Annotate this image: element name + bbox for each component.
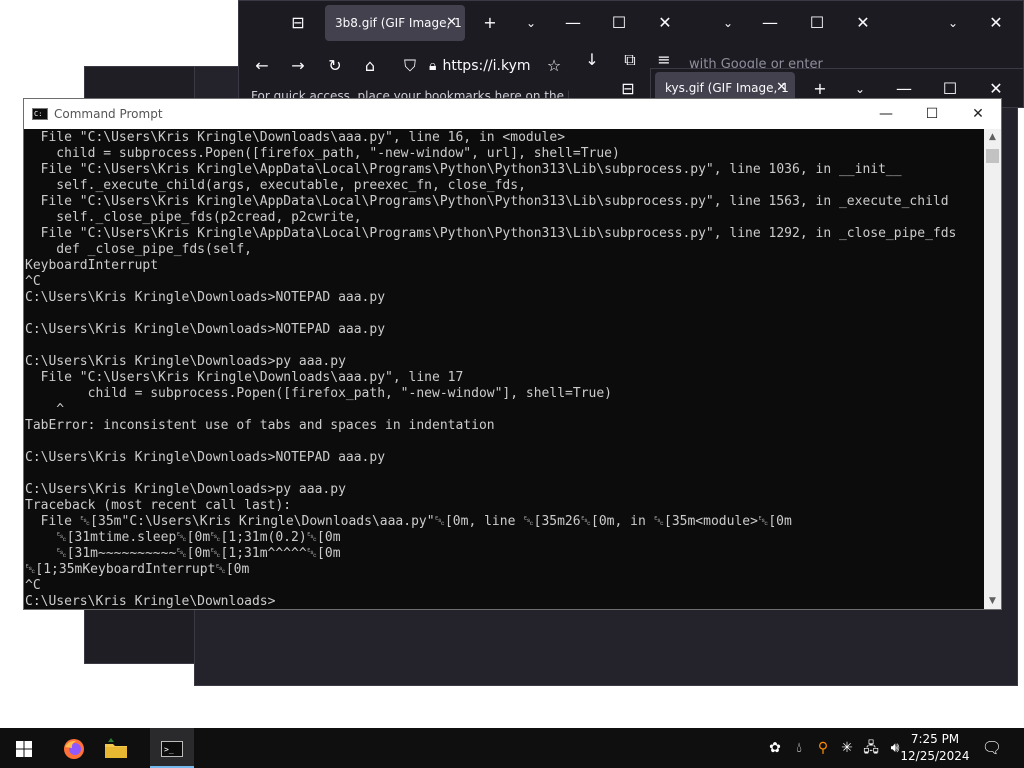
firefox-tabbar: ⊟ 3b8.gif (GIF Image, 1 ✕ + ⌄ — ☐ ✕ ⌄ — … [239, 1, 1023, 45]
console-line: ^ [25, 402, 65, 417]
console-line: def _close_pipe_fds(self, [25, 242, 252, 257]
svg-text:>_: >_ [164, 745, 174, 754]
console-line: ␛[31mtime.sleep␛[0m␛[1;31m(0.2)␛[0m [25, 530, 341, 545]
clock-date: 12/25/2024 [900, 749, 970, 763]
scroll-down-icon[interactable]: ▼ [984, 593, 1001, 609]
console-output[interactable]: File "C:\Users\Kris Kringle\Downloads\aa… [24, 129, 984, 609]
console-line: TabError: inconsistent use of tabs and s… [25, 418, 495, 433]
close-window-icon[interactable]: ✕ [985, 80, 1007, 98]
forward-icon[interactable]: → [287, 57, 309, 75]
cmd-close-button[interactable]: ✕ [955, 99, 1001, 129]
cmd-maximize-button[interactable]: ☐ [909, 99, 955, 129]
bookmark-star-icon[interactable]: ☆ [543, 57, 565, 75]
console-line: File "C:\Users\Kris Kringle\AppData\Loca… [25, 226, 957, 241]
console-line: ^C [25, 578, 41, 593]
console-line: C:\Users\Kris Kringle\Downloads> [25, 594, 276, 609]
close-window-icon[interactable]: ✕ [654, 14, 676, 32]
menu-icon[interactable]: ≡ [653, 51, 675, 69]
cmd-title: Command Prompt [54, 107, 163, 121]
lock-icon: 🔒︎ [429, 58, 437, 74]
start-button[interactable] [0, 728, 48, 768]
search-tray-icon[interactable]: ⚲ [812, 728, 834, 768]
new-tab-icon[interactable]: + [809, 80, 831, 98]
url-text: https://i.kym [442, 58, 531, 74]
taskbar-file-explorer[interactable] [92, 728, 140, 768]
tab-overview-icon[interactable]: ⊟ [287, 14, 309, 32]
cmd-minimize-button[interactable]: — [863, 99, 909, 129]
command-prompt-window[interactable]: C: Command Prompt — ☐ ✕ File "C:\Users\K… [23, 98, 1002, 610]
command-prompt-icon: >_ [161, 740, 183, 757]
windows-logo-icon [16, 740, 32, 757]
close-tab-icon[interactable]: ✕ [446, 5, 457, 41]
console-line: File "C:\Users\Kris Kringle\AppData\Loca… [25, 194, 949, 209]
console-line: ␛[1;35mKeyboardInterrupt␛[0m [25, 562, 250, 577]
taskbar-command-prompt[interactable]: >_ [150, 728, 194, 768]
list-tabs-icon[interactable]: ⌄ [717, 14, 739, 32]
colorful-app-tray-icon[interactable]: ✿ [764, 728, 786, 768]
downloads-icon[interactable]: ↓ [581, 51, 603, 69]
extensions-icon[interactable]: ⧉ [619, 51, 641, 69]
console-line: child = subprocess.Popen([firefox_path, … [25, 146, 620, 161]
clock-time: 7:25 PM [910, 732, 960, 746]
console-line: C:\Users\Kris Kringle\Downloads>py aaa.p… [25, 482, 346, 497]
cmd-title-bar[interactable]: C: Command Prompt — ☐ ✕ [24, 99, 1001, 129]
reload-icon[interactable]: ↻ [324, 57, 346, 75]
new-tab-icon[interactable]: + [479, 14, 501, 32]
console-line: self._close_pipe_fds(p2cread, p2cwrite, [25, 210, 362, 225]
taskbar-clock[interactable]: 7:25 PM 12/25/2024 [900, 731, 970, 765]
console-line: C:\Users\Kris Kringle\Downloads>NOTEPAD … [25, 450, 386, 465]
console-line: Traceback (most recent call last): [25, 498, 292, 513]
console-line: ␛[31m~~~~~~~~~~␛[0m␛[1;31m^^^^^␛[0m [25, 546, 341, 561]
command-prompt-icon: C: [32, 108, 48, 120]
console-line: File "C:\Users\Kris Kringle\AppData\Loca… [25, 162, 902, 177]
home-icon[interactable]: ⌂ [359, 57, 381, 75]
scroll-up-icon[interactable]: ▲ [984, 129, 1001, 145]
list-tabs-icon[interactable]: ⌄ [520, 14, 542, 32]
console-line: self._execute_child(args, executable, pr… [25, 178, 526, 193]
firefox-tab-label: 3b8.gif (GIF Image, 1 [335, 16, 462, 30]
console-line: File "C:\Users\Kris Kringle\Downloads\aa… [25, 370, 464, 385]
bluetooth-tray-icon[interactable]: ✳ [836, 728, 858, 768]
file-explorer-icon [105, 737, 127, 758]
console-line: C:\Users\Kris Kringle\Downloads>NOTEPAD … [25, 322, 386, 337]
taskbar-firefox[interactable] [56, 728, 92, 768]
console-line: C:\Users\Kris Kringle\Downloads>py aaa.p… [25, 354, 346, 369]
cmd-scrollbar[interactable]: ▲ ▼ [984, 129, 1001, 609]
console-line: KeyboardInterrupt [25, 258, 159, 273]
minimize-icon[interactable]: — [893, 80, 915, 98]
tab-overview-icon[interactable]: ⊟ [617, 80, 639, 98]
console-line: ^C [25, 274, 41, 289]
list-tabs-icon[interactable]: ⌄ [942, 14, 964, 32]
close-window-icon[interactable]: ✕ [852, 14, 874, 32]
console-line: child = subprocess.Popen([firefox_path, … [25, 386, 612, 401]
network-icon[interactable]: 🖧︎ [860, 728, 882, 768]
scroll-thumb[interactable] [986, 149, 999, 163]
maximize-icon[interactable]: ☐ [608, 14, 630, 32]
console-line: File "C:\Users\Kris Kringle\Downloads\aa… [25, 130, 566, 145]
droplet-tray-icon[interactable]: 💧︎ [788, 728, 810, 768]
console-line: C:\Users\Kris Kringle\Downloads>NOTEPAD … [25, 290, 386, 305]
shield-icon[interactable]: ⛉ [399, 57, 421, 75]
firefox-icon [64, 738, 84, 759]
console-line: File ␛[35m"C:\Users\Kris Kringle\Downloa… [25, 514, 792, 529]
taskbar: >_ ✿ 💧︎ ⚲ ✳ 🖧︎ 🔊︎ 7:25 PM 12/25/2024 🗨︎ [0, 728, 1024, 768]
firefox-tab[interactable]: 3b8.gif (GIF Image, 1 ✕ [325, 5, 465, 41]
back-icon[interactable]: ← [251, 57, 273, 75]
maximize-icon[interactable]: ☐ [939, 80, 961, 98]
minimize-icon[interactable]: — [562, 14, 584, 32]
list-tabs-icon[interactable]: ⌄ [849, 80, 871, 98]
close-window-icon[interactable]: ✕ [985, 14, 1007, 32]
minimize-icon[interactable]: — [759, 14, 781, 32]
firefox-tab-label: kys.gif (GIF Image, 1 [665, 81, 789, 95]
notification-icon[interactable]: 🗨︎ [980, 728, 1004, 768]
maximize-icon[interactable]: ☐ [806, 14, 828, 32]
